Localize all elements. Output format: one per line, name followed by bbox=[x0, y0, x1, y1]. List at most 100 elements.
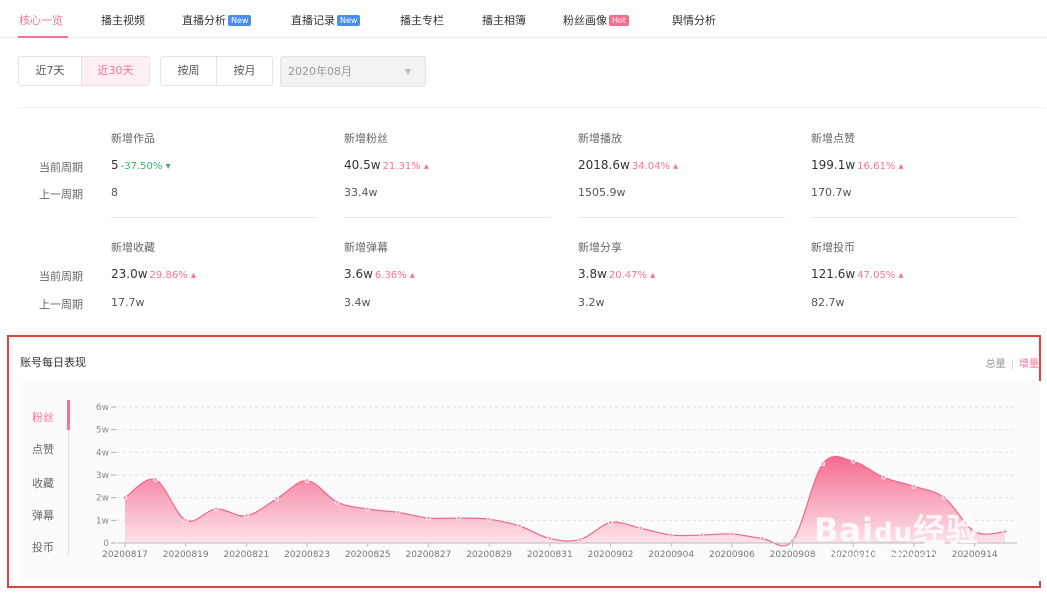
data-point bbox=[911, 483, 917, 489]
metric-change: 20.47% ▴ bbox=[609, 270, 655, 281]
baidu-watermark-url: jingyan.baidu.com bbox=[826, 549, 937, 563]
triangle-up-icon: ▴ bbox=[190, 270, 196, 281]
metric-previous: 3.4w bbox=[344, 296, 371, 309]
metric-previous: 8 bbox=[111, 186, 118, 199]
metric-change-value: 29.86% bbox=[149, 270, 188, 281]
data-point bbox=[152, 477, 158, 482]
x-tick-label: 20200914 bbox=[952, 550, 998, 560]
divider bbox=[578, 217, 785, 218]
metric-change: -37.50% ▾ bbox=[121, 161, 171, 172]
data-point bbox=[820, 461, 826, 467]
x-tick-label: 20200817 bbox=[102, 550, 148, 560]
metric-previous: 1505.9w bbox=[578, 186, 626, 199]
metric-change: 29.86% ▴ bbox=[150, 270, 196, 281]
metrics-panel: 当前周期 上一周期 当前周期 上一周期 新增作品 5 -37.50% ▾ 8 新增… bbox=[18, 107, 1046, 327]
nav-label: 核心一览 bbox=[19, 14, 63, 27]
metric-current-value: 3.8w bbox=[578, 267, 607, 281]
nav-item-live-analysis[interactable]: 直播分析 New bbox=[182, 12, 252, 28]
data-point bbox=[547, 536, 553, 541]
range-7d-button[interactable]: 近7天 bbox=[19, 57, 82, 85]
metric-current-value: 40.5w bbox=[344, 158, 381, 172]
metric-current: 23.0w 29.86% ▴ bbox=[111, 267, 196, 281]
total-mode-link[interactable]: 总量 bbox=[986, 359, 1006, 370]
x-tick-label: 20200825 bbox=[345, 550, 391, 560]
triangle-up-icon: ▴ bbox=[898, 161, 904, 172]
nav-item-overview[interactable]: 核心一览 bbox=[19, 12, 63, 28]
nav-item-live-records[interactable]: 直播记录 New bbox=[291, 12, 361, 28]
metric-title: 新增粉丝 bbox=[344, 132, 388, 145]
data-point bbox=[790, 538, 795, 544]
metric-change-value: 20.47% bbox=[608, 270, 648, 281]
nav-label: 粉丝画像 bbox=[563, 14, 607, 27]
metric-change-value: -37.50% bbox=[120, 161, 163, 172]
divider bbox=[811, 217, 1018, 218]
metric-change-value: 47.05% bbox=[857, 270, 896, 281]
y-tick-label: 6w bbox=[96, 403, 109, 413]
metric-current: 3.8w 20.47% ▴ bbox=[578, 267, 655, 281]
previous-period-label: 上一周期 bbox=[39, 188, 83, 201]
metric-current: 2018.6w 34.04% ▴ bbox=[578, 158, 678, 172]
nav-label: 播主专栏 bbox=[400, 14, 444, 27]
data-point bbox=[335, 499, 340, 505]
x-tick-label: 20200904 bbox=[648, 550, 694, 560]
x-tick-label: 20200823 bbox=[284, 550, 330, 560]
x-tick-label: 20200827 bbox=[406, 550, 452, 560]
triangle-up-icon: ▴ bbox=[673, 161, 679, 172]
chart-mode-links: 总量 | 增量 bbox=[986, 355, 1039, 370]
daily-performance-section: 账号每日表现 总量 | 增量 粉丝 点赞 收藏 弹幕 投币 0 1w 2w 3w 4w 5w 6… bbox=[7, 335, 1041, 588]
data-point bbox=[577, 537, 583, 543]
metric-previous: 82.7w bbox=[811, 296, 845, 309]
triangle-up-icon: ▴ bbox=[898, 270, 904, 281]
data-point bbox=[881, 474, 887, 480]
nav-item-sentiment[interactable]: 舆情分析 bbox=[672, 12, 716, 28]
metric-previous: 3.2w bbox=[578, 296, 605, 309]
metric-previous: 17.7w bbox=[111, 296, 145, 309]
x-tick-label: 20200906 bbox=[709, 550, 755, 560]
month-select[interactable]: 2020年08月 ▼ bbox=[280, 56, 426, 87]
metric-current-value: 199.1w bbox=[811, 158, 856, 172]
range-filter: 近7天 近30天 bbox=[18, 56, 150, 86]
nav-item-videos[interactable]: 播主视频 bbox=[101, 12, 145, 28]
top-nav: 核心一览 播主视频 直播分析 New 直播记录 New 播主专栏 播主相簿 粉丝画像… bbox=[0, 0, 1047, 38]
metric-change-value: 21.31% bbox=[382, 161, 421, 172]
data-point bbox=[759, 536, 765, 541]
divider bbox=[344, 217, 551, 218]
x-tick-label: 20200902 bbox=[588, 550, 634, 560]
nav-item-columns[interactable]: 播主专栏 bbox=[400, 12, 444, 28]
chevron-down-icon: ▼ bbox=[404, 67, 411, 76]
metric-change-value: 16.61% bbox=[857, 161, 896, 172]
triangle-up-icon: ▴ bbox=[650, 270, 656, 281]
increment-mode-link[interactable]: 增量 bbox=[1019, 359, 1039, 370]
y-tick-label: 5w bbox=[96, 426, 109, 436]
nav-item-albums[interactable]: 播主相簿 bbox=[482, 12, 526, 28]
x-tick-label: 20200831 bbox=[527, 550, 573, 560]
current-period-label: 当前周期 bbox=[39, 161, 83, 174]
y-tick-label: 2w bbox=[96, 494, 109, 504]
metric-title: 新增分享 bbox=[578, 241, 622, 254]
metric-title: 新增投币 bbox=[811, 241, 855, 254]
triangle-down-icon: ▾ bbox=[165, 161, 171, 172]
x-tick-label: 20200908 bbox=[770, 550, 816, 560]
divider bbox=[111, 217, 316, 218]
metric-change: 16.61% ▴ bbox=[857, 161, 903, 172]
data-point bbox=[304, 478, 310, 484]
data-point bbox=[365, 506, 371, 512]
data-point bbox=[213, 506, 219, 512]
nav-item-fan-profile[interactable]: 粉丝画像 Hot bbox=[563, 12, 630, 28]
triangle-up-icon: ▴ bbox=[409, 270, 415, 281]
current-period-label: 当前周期 bbox=[39, 270, 83, 283]
metric-current-value: 121.6w bbox=[811, 267, 856, 281]
metric-change: 21.31% ▴ bbox=[383, 161, 429, 172]
data-point bbox=[274, 496, 280, 502]
period-week-button[interactable]: 按周 bbox=[161, 57, 217, 85]
data-point bbox=[122, 495, 128, 501]
data-point bbox=[517, 523, 522, 529]
nav-label: 舆情分析 bbox=[672, 14, 716, 27]
period-month-button[interactable]: 按月 bbox=[217, 57, 272, 85]
metric-change-value: 34.04% bbox=[631, 161, 670, 172]
data-point bbox=[668, 532, 674, 538]
y-tick-label: 0 bbox=[103, 539, 109, 549]
nav-active-underline bbox=[18, 36, 68, 38]
range-30d-button[interactable]: 近30天 bbox=[82, 57, 149, 85]
month-select-value: 2020年08月 bbox=[288, 65, 352, 78]
